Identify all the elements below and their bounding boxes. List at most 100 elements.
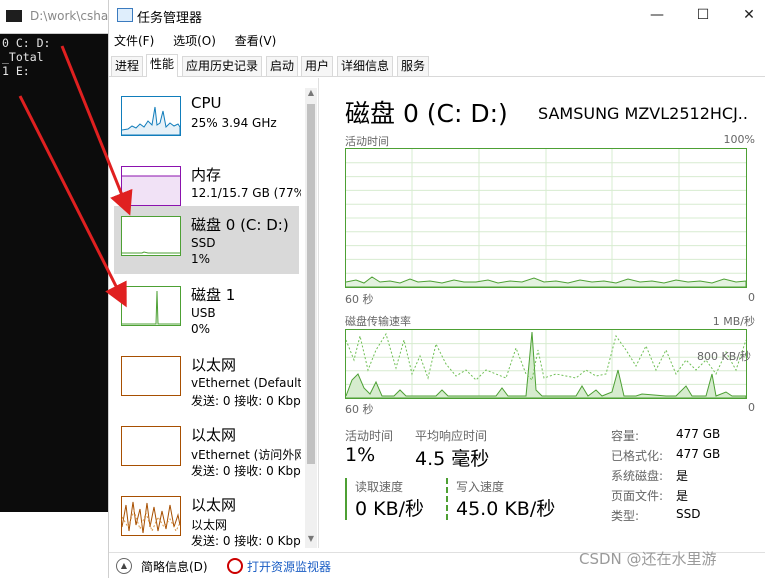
active-time-max: 100% [723,133,755,146]
disk1-thumbnail [121,286,181,326]
sidebar-item-ethernet[interactable]: 以太网 vEthernet (Default ... 发送: 0 接收: 0 K… [114,346,301,414]
sidebar-label: 磁盘 1 [191,286,236,304]
titlebar[interactable]: 任务管理器 — ☐ ✕ [109,0,765,30]
transfer-rate-plot [345,330,747,399]
capacity-label: 容量: [611,429,640,443]
active-time-plot [345,149,747,288]
window-title: 任务管理器 [137,11,203,26]
type-value: SSD [676,507,701,521]
resource-list: CPU 25% 3.94 GHz 内存 12.1/15.7 GB (77%) 磁… [109,86,314,548]
ethernet-thumbnail [121,356,181,396]
minimize-button[interactable]: — [639,4,675,26]
console-line: 0 C: D: [2,36,51,50]
tab-performance[interactable]: 性能 [146,54,179,77]
read-speed-box: 读取速度 0 KB/秒 [345,478,424,520]
sidebar-detail: 以太网 [191,518,228,532]
sidebar-detail: SSD [191,236,216,250]
sidebar-item-cpu[interactable]: CPU 25% 3.94 GHz [114,86,299,154]
sidebar-usage: 1% [191,252,211,266]
tab-startup[interactable]: 启动 [266,56,299,76]
transfer-rate-graph-label: 磁盘传输速率 [345,315,411,328]
close-button[interactable]: ✕ [731,4,765,26]
tab-services[interactable]: 服务 [397,56,430,76]
menu-options[interactable]: 选项(O) [173,31,216,51]
sidebar-item-ethernet[interactable]: 以太网 以太网 发送: 0 接收: 0 Kbps [114,486,301,554]
tab-processes[interactable]: 进程 [111,56,144,76]
transfer-rate-graph [345,329,747,399]
watermark: CSDN @还在水里游 [579,550,717,568]
fewer-details-button[interactable]: 简略信息(D) [141,558,208,575]
maximize-button[interactable]: ☐ [685,4,721,26]
active-time-range: 60 秒 [345,293,374,306]
disk0-mini-graph [122,251,180,254]
menu-file[interactable]: 文件(F) [114,31,154,51]
sidebar-throughput: 发送: 0 接收: 0 Kbps [191,534,301,548]
cpu-thumbnail [121,96,181,136]
scroll-down-icon[interactable]: ▼ [305,534,317,548]
sidebar-item-disk1[interactable]: 磁盘 1 USB 0% [114,276,299,344]
task-manager-icon [117,8,133,22]
resource-monitor-icon [227,558,243,574]
formatted-value: 477 GB [676,447,721,461]
transfer-rate-mid: 800 KB/秒 [697,350,751,363]
sidebar-detail: vEthernet (访问外网) [191,448,301,462]
scroll-thumb[interactable] [307,104,315,464]
sidebar-label: CPU [191,94,222,112]
transfer-rate-max: 1 MB/秒 [712,315,755,328]
sidebar-detail: vEthernet (Default ... [191,376,301,390]
sidebar-label: 以太网 [191,496,237,514]
active-time-value: 1% [345,444,376,466]
sidebar-label: 以太网 [191,426,237,444]
sidebar-item-ethernet[interactable]: 以太网 vEthernet (访问外网) 发送: 0 接收: 0 Kbps [114,416,301,484]
sidebar-detail: 25% 3.94 GHz [191,116,277,130]
sidebar-usage: 0% [191,322,211,336]
ethernet-thumbnail [121,496,181,536]
sidebar-throughput: 发送: 0 接收: 0 Kbps [191,464,301,478]
tab-details[interactable]: 详细信息 [337,56,394,76]
pane-divider[interactable] [318,78,319,548]
memory-mini-graph [122,175,180,205]
sidebar-detail: 12.1/15.7 GB (77%) [191,186,301,200]
read-speed-label: 读取速度 [355,480,404,494]
type-label: 类型: [611,509,640,523]
task-manager-window: 任务管理器 — ☐ ✕ 文件(F) 选项(O) 查看(V) 进程 性能 应用历史… [108,0,765,579]
open-resource-monitor-link[interactable]: 打开资源监视器 [247,558,331,575]
system-disk-label: 系统磁盘: [611,469,664,483]
active-time-label: 活动时间 [345,429,394,443]
sidebar-item-disk0[interactable]: 磁盘 0 (C: D:) SSD 1% [114,206,299,274]
response-time-value: 4.5 毫秒 [415,448,490,470]
sidebar-scrollbar[interactable]: ▲ ▼ [305,88,317,548]
disk1-mini-graph [122,290,180,325]
transfer-rate-range: 60 秒 [345,403,374,416]
disk-detail-pane: 磁盘 0 (C: D:) SAMSUNG MZVL2512HCJ... 活动时间… [345,86,755,546]
console-line: 1 E: [2,64,30,78]
system-disk-value: 是 [676,469,689,483]
tab-app-history[interactable]: 应用历史记录 [182,56,263,76]
tab-users[interactable]: 用户 [301,56,334,76]
console-icon [6,10,22,22]
menu-view[interactable]: 查看(V) [235,31,277,51]
cpu-mini-graph [121,106,181,136]
active-time-graph-label: 活动时间 [345,135,389,148]
collapse-chevron-icon[interactable]: ▲ [116,558,132,574]
scroll-up-icon[interactable]: ▲ [305,88,317,102]
console-title: D:\work\csha [30,9,108,23]
disk-model: SAMSUNG MZVL2512HCJ... [538,104,748,123]
sidebar-detail: USB [191,306,216,320]
active-time-graph [345,148,747,288]
page-file-label: 页面文件: [611,489,664,503]
console-line: _Total [2,50,44,64]
disk-title: 磁盘 0 (C: D:) [345,99,508,128]
sidebar-throughput: 发送: 0 接收: 0 Kbps [191,394,301,408]
transfer-rate-min: 0 [748,401,755,414]
menu-bar: 文件(F) 选项(O) 查看(V) [109,31,286,51]
tab-strip: 进程 性能 应用历史记录 启动 用户 详细信息 服务 [109,54,765,77]
formatted-label: 已格式化: [611,449,664,463]
page-file-value: 是 [676,489,689,503]
disk0-thumbnail [121,216,181,256]
sidebar-label: 以太网 [191,356,237,374]
memory-thumbnail [121,166,181,206]
active-time-min: 0 [748,291,755,304]
console-titlebar[interactable]: D:\work\csha [0,0,110,34]
console-output: 0 C: D: _Total 1 E: [2,36,50,78]
